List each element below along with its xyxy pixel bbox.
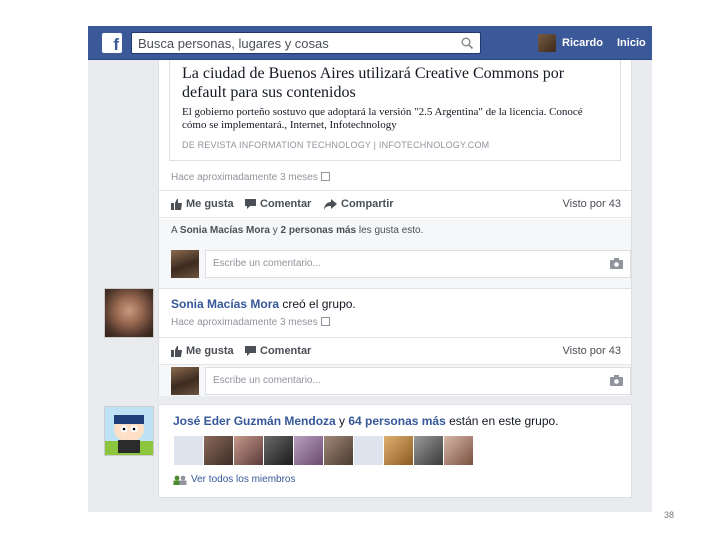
avatar[interactable]	[104, 288, 154, 338]
thumbs-up-icon	[171, 345, 182, 357]
like-label: Me gusta	[186, 198, 234, 210]
profile-link[interactable]: Ricardo	[538, 32, 603, 54]
search-input[interactable]: Busca personas, lugares y cosas	[131, 32, 481, 54]
member-thumbnail[interactable]	[234, 436, 263, 465]
link-preview[interactable]: La ciudad de Buenos Aires utilizará Crea…	[169, 60, 621, 161]
likers-others[interactable]: 2 personas más	[281, 225, 357, 236]
comment-input[interactable]: Escribe un comentario...	[205, 367, 631, 395]
camera-icon[interactable]	[610, 375, 623, 386]
avatar[interactable]	[171, 367, 199, 395]
member-thumbnail[interactable]	[414, 436, 443, 465]
post-card: La ciudad de Buenos Aires utilizará Crea…	[158, 60, 632, 302]
search-placeholder: Busca personas, lugares y cosas	[138, 36, 329, 51]
page-number: 38	[664, 510, 675, 520]
share-label: Compartir	[341, 198, 394, 210]
members-card: José Eder Guzmán Mendoza y 64 personas m…	[158, 404, 632, 498]
likes-prefix: A	[171, 225, 180, 236]
timestamp-text: Hace aproximadamente 3 meses	[171, 317, 318, 328]
camera-icon[interactable]	[610, 258, 623, 269]
members-summary: José Eder Guzmán Mendoza y 64 personas m…	[173, 414, 559, 428]
thumbs-up-icon	[171, 198, 182, 210]
likes-summary: A Sonia Macías Mora y 2 personas más les…	[159, 219, 631, 246]
like-label: Me gusta	[186, 345, 234, 357]
comment-label: Comentar	[260, 345, 312, 357]
facebook-logo-icon[interactable]: f	[102, 33, 122, 53]
search-icon[interactable]	[460, 36, 474, 50]
comment-icon	[245, 345, 256, 356]
avatar[interactable]	[171, 250, 199, 278]
share-button[interactable]: Compartir	[324, 198, 394, 210]
comment-placeholder: Escribe un comentario...	[213, 375, 321, 386]
likes-suffix: les gusta esto.	[356, 225, 424, 236]
liker-name[interactable]: Sonia Macías Mora	[180, 225, 270, 236]
member-thumbnail[interactable]	[204, 436, 233, 465]
member-thumbnail[interactable]	[174, 436, 203, 465]
post-card: Sonia Macías Mora creó el grupo. Hace ap…	[158, 288, 632, 396]
link-description: El gobierno porteño sostuvo que adoptará…	[182, 106, 583, 131]
member-name[interactable]: José Eder Guzmán Mendoza	[173, 414, 336, 428]
see-all-members-link[interactable]: Ver todos los miembros	[173, 474, 296, 485]
cartoon-avatar-icon	[105, 407, 153, 455]
post-timestamp[interactable]: Hace aproximadamente 3 meses	[171, 172, 330, 183]
top-bar: f Busca personas, lugares y cosas Ricard…	[88, 26, 652, 60]
members-suffix: están en este grupo.	[445, 414, 559, 428]
member-thumbnail[interactable]	[264, 436, 293, 465]
comment-button[interactable]: Comentar	[245, 198, 311, 210]
actor-name[interactable]: Sonia Macías Mora	[171, 297, 279, 311]
like-button[interactable]: Me gusta	[171, 198, 234, 210]
member-thumbnail[interactable]	[384, 436, 413, 465]
comment-icon	[245, 198, 256, 209]
facebook-screenshot: f Busca personas, lugares y cosas Ricard…	[88, 26, 652, 512]
comment-placeholder: Escribe un comentario...	[213, 258, 321, 269]
seen-by[interactable]: Visto por 43	[562, 198, 621, 210]
audience-icon	[320, 172, 330, 181]
group-avatar[interactable]	[104, 406, 154, 456]
member-thumbnail[interactable]	[444, 436, 473, 465]
avatar	[538, 34, 556, 52]
member-thumbnails	[174, 436, 474, 465]
members-icon	[173, 475, 187, 485]
seen-by[interactable]: Visto por 43	[562, 345, 621, 357]
member-thumbnail[interactable]	[294, 436, 323, 465]
audience-icon	[320, 317, 330, 326]
timestamp-text: Hace aproximadamente 3 meses	[171, 172, 318, 183]
members-connector: y	[335, 414, 349, 428]
comment-composer: Escribe un comentario...	[159, 365, 631, 396]
post-timestamp[interactable]: Hace aproximadamente 3 meses	[171, 317, 330, 328]
comment-input[interactable]: Escribe un comentario...	[205, 250, 631, 278]
member-thumbnail[interactable]	[324, 436, 353, 465]
user-name: Ricardo	[562, 37, 603, 49]
share-icon	[324, 198, 337, 210]
link-title[interactable]: La ciudad de Buenos Aires utilizará Crea…	[182, 64, 608, 102]
like-button[interactable]: Me gusta	[171, 345, 234, 357]
member-thumbnail[interactable]	[354, 436, 383, 465]
comment-button[interactable]: Comentar	[245, 345, 311, 357]
story-line: Sonia Macías Mora creó el grupo.	[171, 297, 356, 311]
comment-label: Comentar	[260, 198, 312, 210]
likes-connector: y	[269, 225, 281, 236]
link-source: DE REVISTA INFORMATION TECHNOLOGY | INFO…	[182, 140, 490, 150]
post-actions: Me gusta Comentar Compartir Visto por 43	[159, 190, 631, 218]
members-others[interactable]: 64 personas más	[348, 414, 445, 428]
home-link[interactable]: Inicio	[617, 37, 646, 49]
post-actions: Me gusta Comentar Visto por 43	[159, 337, 631, 365]
see-all-label: Ver todos los miembros	[191, 474, 296, 485]
story-action: creó el grupo.	[279, 297, 356, 311]
